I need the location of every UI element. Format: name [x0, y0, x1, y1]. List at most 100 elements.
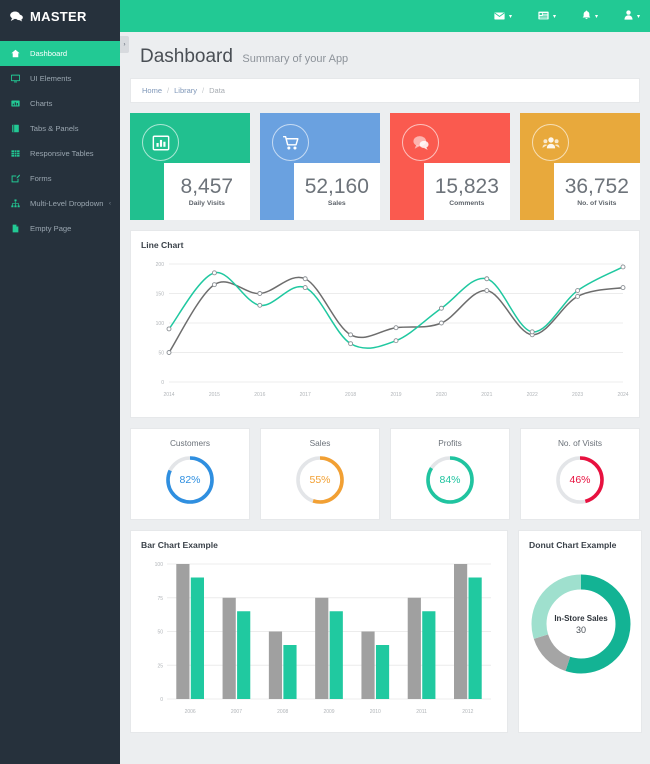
stat-card-no-of-visits[interactable]: 36,752 No. of Visits — [520, 113, 640, 220]
progress-label: Sales — [309, 438, 331, 448]
sidebar-item-label: UI Elements — [30, 74, 72, 83]
svg-text:2014: 2014 — [163, 392, 174, 398]
sidebar-item-label: Tabs & Panels — [30, 124, 79, 133]
bell-icon — [582, 7, 591, 25]
breadcrumb-separator: / — [167, 86, 170, 95]
stat-label: Comments — [449, 200, 485, 208]
chevron-left-icon: ‹ — [109, 200, 111, 207]
svg-text:2012: 2012 — [462, 709, 473, 715]
svg-text:2011: 2011 — [416, 709, 427, 715]
svg-text:2017: 2017 — [300, 392, 311, 398]
stat-value-box: 8,457 Daily Visits — [163, 163, 250, 220]
stat-icon-circle — [142, 124, 179, 161]
page-title: Dashboard — [140, 46, 233, 67]
stat-value-box: 15,823 Comments — [423, 163, 510, 220]
progress-card-no-of-visits[interactable]: No. of Visits 46% — [520, 428, 640, 520]
progress-card-sales[interactable]: Sales 55% — [260, 428, 380, 520]
sidebar-item-charts[interactable]: Charts — [0, 91, 120, 116]
line-chart[interactable]: 0 50 100 150 200 2014 2015 2016 2017 2018 2019 2020… — [141, 256, 631, 406]
stat-value: 8,457 — [180, 175, 234, 199]
breadcrumb-item-library[interactable]: Library — [174, 86, 197, 95]
progress-ring: 82% — [164, 454, 216, 506]
main-content: Dashboard Summary of your App Home / Lib… — [120, 32, 650, 764]
sidebar-item-tabs-panels[interactable]: Tabs & Panels — [0, 116, 120, 141]
line-chart-panel: Line Chart 0 50 100 150 200 2014 2015 2016 2017 2… — [130, 230, 640, 418]
home-icon — [11, 49, 23, 58]
svg-text:2007: 2007 — [231, 709, 242, 715]
stat-card-comments[interactable]: 15,823 Comments — [390, 113, 510, 220]
svg-text:2022: 2022 — [527, 392, 538, 398]
sidebar-item-multi-level-dropdown[interactable]: Multi-Level Dropdown ‹ — [0, 191, 120, 216]
breadcrumb-item-home[interactable]: Home — [142, 86, 162, 95]
sidebar-item-forms[interactable]: Forms — [0, 166, 120, 191]
svg-text:150: 150 — [156, 292, 165, 298]
progress-value: 82% — [179, 474, 201, 486]
brand[interactable]: MASTER — [0, 0, 120, 32]
sidebar-item-responsive-tables[interactable]: Responsive Tables — [0, 141, 120, 166]
sidebar-item-ui-elements[interactable]: UI Elements — [0, 66, 120, 91]
user-dropdown[interactable]: ▾ — [624, 7, 640, 25]
messages-dropdown[interactable]: ▾ — [494, 7, 512, 25]
svg-text:2020: 2020 — [436, 392, 447, 398]
dashboard-app: MASTER Dashboard UI Elements Charts Tabs… — [0, 0, 650, 764]
page-header: Dashboard Summary of your App — [130, 32, 640, 78]
bar-chart-panel: Bar Chart Example 0 25 50 75 100 2006 2007 2008… — [130, 530, 508, 733]
chevron-down-icon: ▾ — [594, 13, 598, 20]
svg-text:50: 50 — [157, 630, 163, 636]
stat-value-box: 52,160 Sales — [293, 163, 380, 220]
stat-icon-circle — [532, 124, 569, 161]
progress-value: 55% — [309, 474, 331, 486]
comments-icon — [10, 11, 23, 22]
page-subtitle: Summary of your App — [242, 53, 349, 65]
notifications-dropdown[interactable]: ▾ — [582, 7, 598, 25]
bar-chart-icon — [152, 135, 169, 150]
bar-chart[interactable]: 0 25 50 75 100 2006 2007 2008 2009 2010 2011 2012 — [141, 556, 497, 721]
edit-icon — [11, 174, 23, 183]
desktop-icon — [11, 74, 23, 83]
donut-chart-title: Donut Chart Example — [529, 540, 617, 550]
breadcrumb-separator: / — [202, 86, 205, 95]
sitemap-icon — [11, 199, 23, 208]
donut-center-value: 30 — [575, 624, 586, 635]
svg-text:50: 50 — [158, 351, 164, 357]
progress-ring: 55% — [294, 454, 346, 506]
svg-text:100: 100 — [156, 321, 165, 327]
users-icon — [542, 136, 559, 148]
sidebar-collapse-toggle[interactable]: › — [120, 36, 129, 53]
svg-text:2023: 2023 — [572, 392, 583, 398]
progress-value: 46% — [569, 474, 591, 486]
sidebar-item-dashboard[interactable]: Dashboard — [0, 41, 120, 66]
bar-chart-title: Bar Chart Example — [141, 540, 218, 550]
svg-text:2008: 2008 — [277, 709, 288, 715]
sidebar-item-empty-page[interactable]: Empty Page — [0, 216, 120, 241]
stat-card-sales[interactable]: 52,160 Sales — [260, 113, 380, 220]
svg-text:75: 75 — [157, 596, 163, 602]
tasks-dropdown[interactable]: ▾ — [538, 7, 556, 25]
stat-card-daily-visits[interactable]: 8,457 Daily Visits — [130, 113, 250, 220]
progress-value: 84% — [439, 474, 461, 486]
chevron-down-icon: ▾ — [552, 13, 556, 20]
user-icon — [624, 7, 633, 25]
svg-text:2021: 2021 — [481, 392, 492, 398]
svg-text:2015: 2015 — [209, 392, 220, 398]
donut-chart[interactable]: In-Store Sales 30 — [529, 572, 633, 676]
svg-text:2016: 2016 — [254, 392, 265, 398]
cart-icon — [282, 135, 299, 150]
svg-text:2006: 2006 — [185, 709, 196, 715]
line-chart-title: Line Chart — [141, 240, 184, 250]
progress-ring: 46% — [554, 454, 606, 506]
brand-label: MASTER — [30, 8, 87, 24]
progress-card-customers[interactable]: Customers 82% — [130, 428, 250, 520]
stat-label: Daily Visits — [188, 200, 225, 208]
svg-text:0: 0 — [161, 380, 164, 386]
envelope-icon — [494, 7, 505, 25]
svg-text:2019: 2019 — [390, 392, 401, 398]
comment-icon — [412, 135, 429, 150]
chart-icon — [11, 99, 23, 108]
sidebar-item-label: Forms — [30, 174, 52, 183]
stat-value: 52,160 — [304, 175, 369, 199]
progress-circles: Customers 82% Sales 55% Profits 84% No. … — [130, 428, 640, 520]
topbar: ▾ ▾ ▾ ▾ — [120, 0, 650, 32]
progress-card-profits[interactable]: Profits 84% — [390, 428, 510, 520]
progress-label: Customers — [169, 438, 211, 448]
